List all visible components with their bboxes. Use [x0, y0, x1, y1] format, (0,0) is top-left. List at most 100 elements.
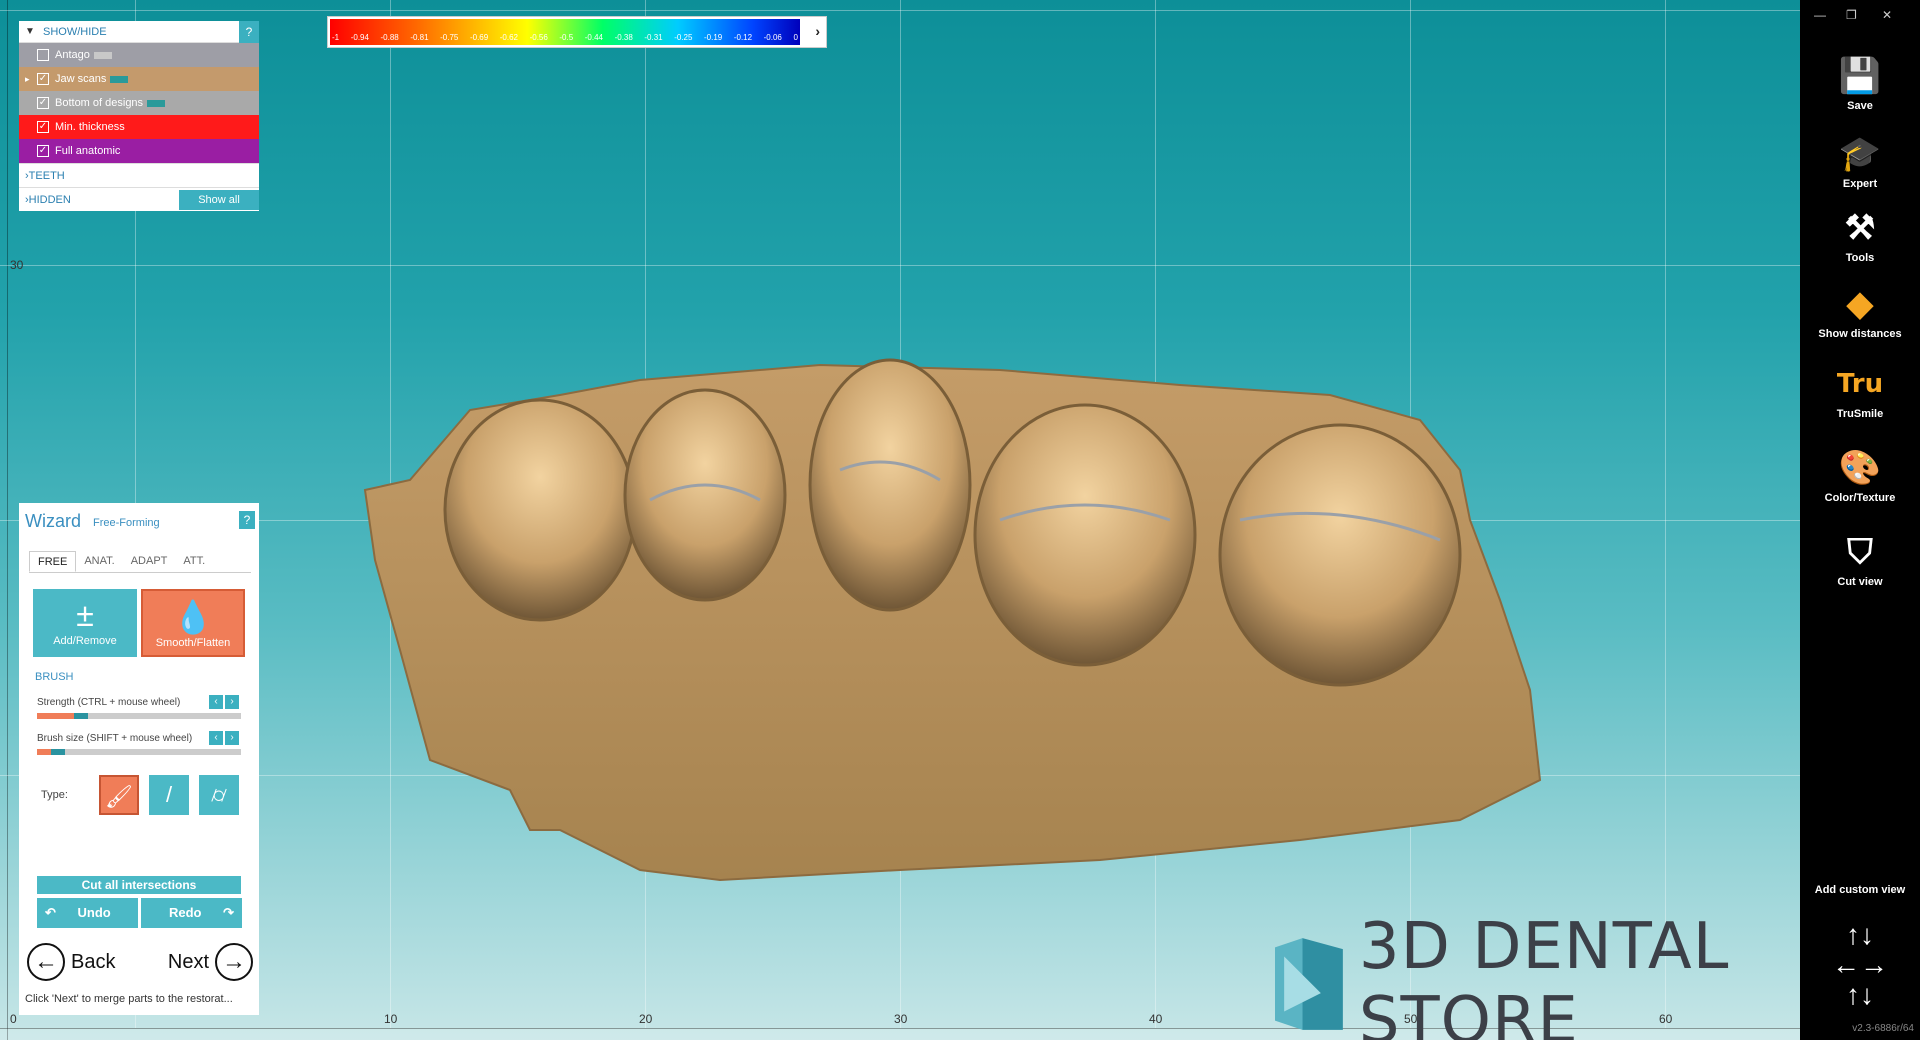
arrow-down-icon[interactable]: ↓ [1860, 919, 1874, 950]
scale-tick: -0.19 [704, 33, 723, 42]
scale-tick: 0 [793, 33, 798, 42]
brush-size-arrows: ‹ › [209, 731, 239, 745]
wide-brush-icon: 🖌 [105, 784, 133, 809]
chevron-right-icon[interactable]: › [815, 23, 820, 39]
add-custom-view-button[interactable]: Add custom view [1800, 884, 1920, 896]
redo-label: Redo [168, 905, 202, 920]
cut-all-intersections-button[interactable]: Cut all intersections [37, 876, 241, 894]
strength-arrows: ‹ › [209, 695, 239, 709]
brush-section-title: BRUSH [35, 671, 74, 683]
redo-button[interactable]: Redo ↷ [141, 898, 242, 928]
cylinder-icon: ⌭ [211, 782, 227, 807]
scale-tick: -0.75 [440, 33, 459, 42]
tab-free[interactable]: FREE [29, 551, 77, 572]
close-icon[interactable]: ✕ [1882, 8, 1892, 22]
back-label: Back [71, 950, 116, 973]
deviation-color-scale[interactable]: -1 -0.94 -0.88 -0.81 -0.75 -0.69 -0.62 -… [327, 16, 827, 48]
brush-size-slider-thumb[interactable] [51, 749, 66, 755]
layer-checkbox[interactable]: ✓ [37, 73, 49, 85]
decrease-arrow-icon[interactable]: ‹ [209, 731, 223, 745]
arrow-up-icon[interactable]: ↑ [1846, 919, 1860, 950]
cut-view-label: Cut view [1837, 576, 1883, 588]
trusmile-button[interactable]: Tru TruSmile [1800, 364, 1920, 420]
ruler-tick: 30 [894, 1012, 908, 1026]
ruler-tick: 40 [1149, 1012, 1163, 1026]
strength-slider[interactable] [37, 713, 241, 719]
layer-label: Full anatomic [55, 145, 121, 157]
layer-swatch [147, 99, 166, 107]
3d-viewport[interactable]: 10 20 30 40 50 60 30 0 [0, 0, 1800, 1040]
scale-tick: -0.44 [584, 33, 603, 42]
brush-type-cylinder-button[interactable]: ⌭ [199, 775, 239, 815]
strength-slider-thumb[interactable] [73, 713, 88, 719]
scale-tick: -1 [332, 33, 340, 42]
scale-tick: -0.62 [499, 33, 518, 42]
arrow-left-icon: ← [27, 943, 65, 981]
add-remove-label: Add/Remove [53, 635, 117, 647]
layer-checkbox[interactable]: ✓ [37, 145, 49, 157]
show-distances-label: Show distances [1818, 328, 1902, 340]
tab-adapt[interactable]: ADAPT [123, 551, 176, 572]
save-icon: 💾 [1838, 57, 1882, 95]
restore-icon[interactable]: ❐ [1846, 8, 1857, 22]
ruler-tick: 20 [639, 1012, 653, 1026]
arrow-down-icon[interactable]: ↓ [1860, 979, 1874, 1010]
hidden-section[interactable]: › HIDDEN Show all [19, 187, 259, 211]
layer-label: Bottom of designs [55, 97, 144, 109]
next-label: Next [167, 950, 209, 973]
hidden-label: HIDDEN [28, 193, 71, 206]
dental-jaw-model[interactable] [0, 0, 1800, 1040]
smooth-flatten-label: Smooth/Flatten [155, 637, 231, 649]
layer-checkbox[interactable] [37, 49, 49, 61]
brush-type-wide-button[interactable]: 🖌 [99, 775, 139, 815]
teeth-section[interactable]: › TEETH [19, 163, 259, 187]
minimize-icon[interactable]: — [1814, 8, 1826, 22]
undo-icon: ↶ [45, 905, 56, 920]
brush-type-fine-button[interactable]: / [149, 775, 189, 815]
scale-tick: -0.12 [733, 33, 753, 42]
color-texture-button[interactable]: 🎨 Color/Texture [1800, 448, 1920, 504]
scale-tick: -0.88 [380, 33, 399, 42]
back-button[interactable]: ← Back [27, 943, 115, 981]
type-label: Type: [41, 789, 68, 801]
arrow-right-icon[interactable]: → [1860, 949, 1888, 980]
undo-button[interactable]: ↶ Undo [37, 898, 138, 928]
wizard-title: Wizard [25, 511, 82, 531]
layer-row-min-thickness[interactable]: ✓ Min. thickness [19, 115, 259, 139]
show-all-button[interactable]: Show all [179, 190, 259, 210]
layer-checkbox[interactable]: ✓ [37, 121, 49, 133]
increase-arrow-icon[interactable]: › [225, 731, 239, 745]
expand-arrow-icon[interactable]: ▸ [25, 74, 37, 85]
wizard-tabs: FREE ANAT. ADAPT ATT. [29, 551, 251, 573]
help-button[interactable]: ? [239, 21, 259, 43]
layer-row-full-anatomic[interactable]: ✓ Full anatomic [19, 139, 259, 163]
decrease-arrow-icon[interactable]: ‹ [209, 695, 223, 709]
layer-label: Jaw scans [55, 73, 107, 85]
show-hide-header[interactable]: ▼ SHOW/HIDE ? [19, 21, 259, 43]
ruler-tick: 30 [10, 258, 24, 272]
arrow-left-icon[interactable]: ← [1832, 949, 1860, 980]
teeth-label: TEETH [28, 169, 65, 182]
scale-tick: -0.56 [529, 33, 548, 42]
save-button[interactable]: 💾 Save [1800, 56, 1920, 112]
tools-button[interactable]: ⚒ Tools [1800, 208, 1920, 264]
droplet-icon: 💧 [173, 599, 213, 635]
expert-button[interactable]: 🎓 Expert [1800, 134, 1920, 190]
layer-row-bottom-designs[interactable]: ✓ Bottom of designs [19, 91, 259, 115]
increase-arrow-icon[interactable]: › [225, 695, 239, 709]
help-button[interactable]: ? [239, 511, 255, 529]
tab-anat[interactable]: ANAT. [76, 551, 122, 572]
smooth-flatten-button[interactable]: 💧 Smooth/Flatten [141, 589, 245, 657]
tab-att[interactable]: ATT. [175, 551, 213, 572]
layer-row-antago[interactable]: Antago [19, 43, 259, 67]
next-button[interactable]: Next → [168, 943, 253, 981]
brush-size-slider[interactable] [37, 749, 241, 755]
graduation-cap-icon: 🎓 [1838, 135, 1882, 173]
add-remove-button[interactable]: ± Add/Remove [33, 589, 137, 657]
color-scale-bar: -1 -0.94 -0.88 -0.81 -0.75 -0.69 -0.62 -… [330, 19, 800, 45]
layer-row-jaw-scans[interactable]: ▸ ✓ Jaw scans [19, 67, 259, 91]
layer-checkbox[interactable]: ✓ [37, 97, 49, 109]
arrow-up-icon[interactable]: ↑ [1846, 979, 1860, 1010]
show-distances-button[interactable]: ◆ Show distances [1800, 284, 1920, 340]
cut-view-button[interactable]: ⛉ Cut view [1800, 532, 1920, 588]
